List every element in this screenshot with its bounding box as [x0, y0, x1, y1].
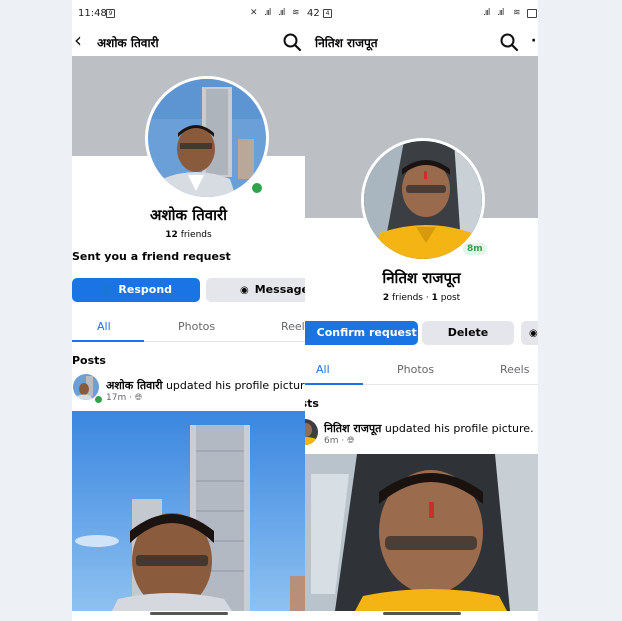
confirm-request-button[interactable]: 👤 Confirm request: [305, 321, 418, 345]
meta-separator: ·: [129, 393, 132, 403]
post-time[interactable]: 17m: [106, 393, 126, 403]
post-author-avatar-2[interactable]: [305, 419, 318, 445]
post-action-text-2: updated his profile picture.: [384, 422, 534, 435]
gesture-bar-2: [383, 612, 461, 615]
post-header: अशोक तिवारी updated his profile picture.…: [72, 368, 305, 412]
friends-label: friends: [180, 230, 212, 240]
post-author-online-indicator: [94, 395, 103, 404]
signal-icon: .ııl: [264, 8, 271, 18]
page-title-2: नितिश राजपूत: [315, 36, 378, 50]
respond-person-icon: 👤: [99, 285, 113, 296]
profile-screen-nitish: 42 4 .ııl .ııl ≋ नितिश राजपूत · 8m नितिश…: [305, 0, 538, 621]
signal-icon-3: .ııl: [483, 8, 490, 18]
status-bar: 11:48 9 ✕ .ııl .ııl ≋: [72, 0, 305, 28]
stats-separator: ·: [425, 293, 429, 303]
post-headline: अशोक तिवारी updated his profile picture.: [106, 378, 305, 393]
post-author-name[interactable]: अशोक तिवारी: [106, 379, 162, 392]
mute-icon: ✕: [250, 8, 257, 18]
top-bar-2: नितिश राजपूत ·: [305, 28, 538, 56]
friends-count-line[interactable]: 12 friends: [72, 230, 305, 240]
posts-label: post: [440, 293, 461, 303]
notification-badge-2: 4: [323, 9, 332, 18]
message-button-2[interactable]: ◉: [521, 321, 538, 345]
post-action-text: updated his profile picture.: [165, 379, 305, 392]
messenger-icon: ◉: [240, 285, 249, 296]
friends-label-2: friends: [391, 293, 423, 303]
messenger-icon-2: ◉: [529, 328, 538, 339]
profile-picture[interactable]: [148, 79, 266, 197]
post-photo[interactable]: [72, 411, 305, 611]
post-meta: 17m · 🌐︎: [106, 393, 142, 403]
active-time-badge: 8m: [461, 241, 489, 257]
gesture-bar: [150, 612, 228, 615]
active-tab-indicator-2: [305, 383, 363, 385]
profile-screen-ashok: 11:48 9 ✕ .ııl .ııl ≋ ‹ अशोक तिवारी अशोक…: [72, 0, 305, 621]
status-time: 11:48: [78, 8, 107, 19]
status-time-2: 42: [307, 8, 320, 19]
confirm-person-icon: 👤: [305, 328, 313, 339]
respond-button[interactable]: 👤 Respond: [72, 278, 200, 302]
profile-name-2: नितिश राजपूत: [382, 269, 461, 287]
tab-photos-2[interactable]: Photos: [397, 363, 434, 376]
back-arrow-icon[interactable]: ‹: [74, 30, 82, 50]
posts-heading: Posts: [72, 354, 106, 367]
posts-count: 1: [431, 293, 438, 303]
tab-reels[interactable]: Reels: [281, 320, 305, 333]
delete-label: Delete: [447, 326, 489, 339]
friends-count-2: 2: [382, 293, 390, 303]
confirm-label: Confirm request: [316, 326, 417, 339]
page-title: अशोक तिवारी: [97, 36, 159, 50]
active-tab-indicator: [72, 340, 144, 342]
message-label: Message: [254, 283, 305, 296]
tab-reels-2[interactable]: Reels: [500, 363, 529, 376]
notification-badge: 9: [106, 9, 115, 18]
globe-icon-2: 🌐︎: [347, 436, 355, 446]
profile-tabs-2: All Photos Reels: [305, 355, 538, 385]
search-icon-2[interactable]: [499, 32, 519, 52]
post-photo-2[interactable]: [305, 454, 538, 611]
profile-name: अशोक तिवारी: [150, 206, 227, 224]
profile-tabs: All Photos Reels: [72, 312, 305, 342]
post-time-2[interactable]: 6m: [324, 436, 339, 446]
wifi-icon: ≋: [292, 8, 299, 18]
globe-icon: 🌐︎: [134, 393, 143, 403]
tab-photos[interactable]: Photos: [178, 320, 215, 333]
signal-icon-4: .ııl: [497, 8, 504, 18]
more-options-icon[interactable]: ·: [531, 33, 536, 49]
tab-all-2[interactable]: All: [316, 363, 330, 376]
message-button[interactable]: ◉ Message: [206, 278, 305, 302]
signal-icon-2: .ııl: [278, 8, 285, 18]
battery-icon: [527, 9, 537, 18]
post-author-name-2[interactable]: नितिश राजपूत: [324, 422, 381, 435]
tab-all[interactable]: All: [97, 320, 111, 333]
search-icon[interactable]: [282, 32, 302, 52]
friends-posts-line[interactable]: 2 friends · 1 post: [305, 293, 538, 303]
friends-count: 12: [165, 230, 178, 240]
meta-separator-2: ·: [341, 436, 345, 446]
post-header-2: नितिश राजपूत updated his profile picture…: [305, 411, 538, 455]
top-bar: ‹ अशोक तिवारी: [72, 28, 305, 56]
respond-label: Respond: [118, 283, 173, 296]
post-meta-2: 6m · 🌐︎: [324, 436, 354, 446]
status-bar-2: 42 4 .ııl .ııl ≋: [305, 0, 538, 28]
friend-request-text: Sent you a friend request: [72, 250, 231, 263]
delete-button[interactable]: Delete: [422, 321, 514, 345]
wifi-icon-2: ≋: [513, 8, 520, 18]
online-status-indicator: [250, 181, 264, 195]
posts-heading-2: Posts: [305, 397, 319, 410]
post-headline-2: नितिश राजपूत updated his profile picture…: [324, 421, 534, 436]
